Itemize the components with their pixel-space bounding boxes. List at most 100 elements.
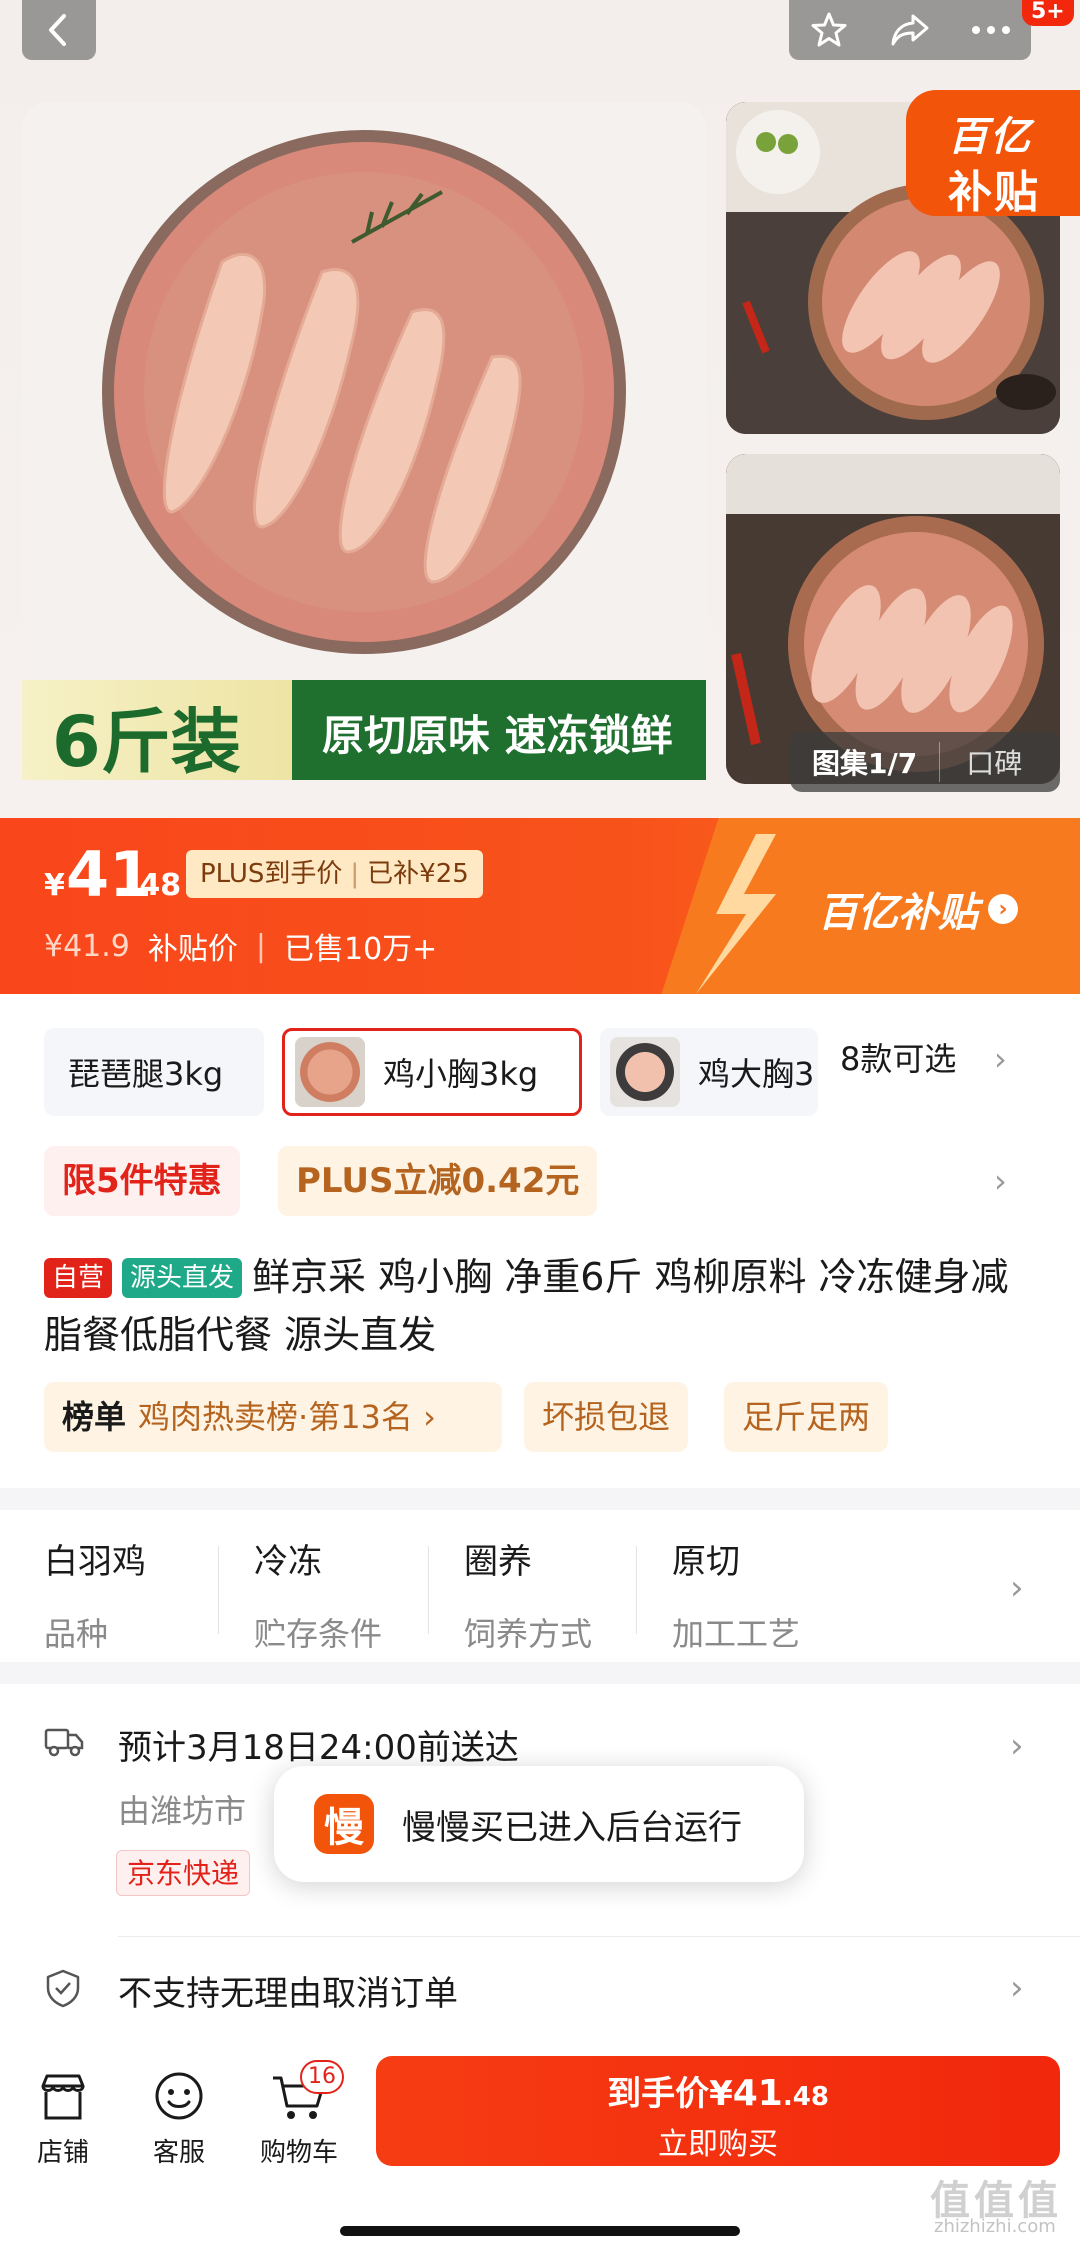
gallery-switcher[interactable]: 图集1/7 口碑 [790, 732, 1060, 792]
subsidy-channel-label: 百亿补贴 [818, 890, 978, 936]
buy-now-label: 立即购买 [658, 2127, 778, 2162]
variant-count-link[interactable]: 8款可选 [840, 1034, 956, 1080]
cart-label: 购物车 [259, 2138, 338, 2168]
promo-plus-tag[interactable]: PLUS立减0.42元 [278, 1146, 598, 1216]
price-currency: ¥ [44, 868, 65, 903]
cart-count-badge: 5+ [1022, 0, 1074, 26]
top-action-group [789, 0, 1031, 60]
chevron-right-icon: › [988, 894, 1018, 924]
attribute-value: 白羽鸡 [44, 1542, 146, 1582]
back-arrow-icon [29, 5, 89, 55]
origin-direct-tag: 源头直发 [122, 1258, 243, 1298]
buy-now-button[interactable]: 到手价¥41.48 立即购买 [376, 2056, 1060, 2166]
attribute-value: 冷冻 [254, 1542, 322, 1582]
ranking-prefix: 榜单 [62, 1398, 127, 1436]
watermark-url: zhizhizhi.com [934, 2216, 1056, 2237]
attribute-key: 贮存条件 [254, 1615, 383, 1653]
attribute-divider [218, 1546, 219, 1634]
attribute-item: 冷冻 贮存条件 [254, 1534, 434, 1655]
chevron-right-icon[interactable]: › [994, 1040, 1007, 1078]
chevron-right-icon[interactable]: › [1010, 1968, 1024, 2008]
back-button[interactable] [22, 0, 96, 60]
delivery-origin: 由潍坊市 [118, 1792, 247, 1830]
section-divider [0, 1662, 1080, 1684]
review-label[interactable]: 口碑 [940, 742, 1022, 782]
buy-price-line: 到手价¥41.48 [376, 2066, 1060, 2115]
variant-option[interactable]: 鸡大胸3 [600, 1028, 818, 1116]
attribute-divider [636, 1546, 637, 1634]
attribute-value: 原切 [672, 1542, 740, 1582]
lightning-bolt-icon [696, 834, 776, 994]
service-chip[interactable]: 足斤足两 [724, 1382, 889, 1452]
plus-tag-separator: | [350, 859, 360, 889]
service-label: 客服 [152, 2138, 205, 2168]
app-icon: 慢 [314, 1794, 374, 1854]
ranking-text: 鸡肉热卖榜·第13名 › [138, 1398, 436, 1436]
plus-price-label: PLUS到手价 [200, 859, 343, 889]
chevron-right-icon[interactable]: › [1010, 1726, 1024, 1766]
delivery-truck-icon [44, 1724, 84, 1762]
attribute-value: 圈养 [464, 1542, 532, 1582]
banner-weight: 6斤装 [52, 701, 241, 783]
section-divider [0, 1488, 1080, 1510]
plus-price-tag: PLUS到手价 | 已补¥25 [186, 850, 483, 898]
album-label[interactable]: 图集1/7 [790, 742, 941, 782]
subsidy-badge-line1: 百亿 [948, 114, 1032, 160]
variant-thumbnail [610, 1037, 680, 1107]
attribute-key: 加工工艺 [672, 1615, 801, 1653]
variant-label: 鸡小胸3kg [383, 1055, 539, 1093]
subsidy-amount: 已补¥25 [367, 859, 469, 889]
toast-message: 慢慢买已进入后台运行 [402, 1807, 742, 1848]
more-dots-icon[interactable] [961, 5, 1021, 55]
attribute-item: 原切 加工工艺 [672, 1534, 852, 1655]
price-subline: ¥41.9 补贴价 | 已售10万+ [44, 924, 437, 968]
promo-limit-tag[interactable]: 限5件特惠 [44, 1146, 240, 1216]
service-chip[interactable]: 坏损包退 [524, 1382, 689, 1452]
attribute-item: 圈养 饲养方式 [464, 1534, 644, 1655]
background-running-toast: 慢 慢慢买已进入后台运行 [274, 1766, 804, 1882]
carrier-tag: 京东快递 [116, 1850, 251, 1896]
subsidy-badge-line2: 补贴 [948, 167, 1040, 218]
variant-label: 鸡大胸3 [698, 1055, 815, 1093]
ranking-chip[interactable]: 榜单 鸡肉热卖榜·第13名 › [44, 1382, 502, 1452]
favorite-star-icon[interactable] [799, 5, 859, 55]
subsidy-badge: 百亿 补贴 [906, 90, 1080, 218]
row-divider [118, 1936, 1080, 1937]
home-indicator [340, 2226, 740, 2236]
product-title: 自营 源头直发 鲜京采 鸡小胸 净重6斤 鸡柳原料 冷冻健身减脂餐低脂代餐 源头直发 [44, 1248, 1044, 1364]
price-bar: ¥ 41 .48 PLUS到手价 | 已补¥25 ¥41.9 补贴价 | 已售1… [0, 818, 1080, 994]
chevron-right-icon[interactable]: › [994, 1162, 1007, 1200]
self-operated-tag: 自营 [44, 1258, 113, 1298]
subsidy-channel-link[interactable]: 百亿补贴 › [818, 880, 1018, 938]
price-decimal: .48 [128, 868, 182, 903]
price-subline-separator: | [255, 928, 266, 964]
attribute-key: 饲养方式 [464, 1615, 593, 1653]
cart-item-badge: 16 [300, 2060, 344, 2094]
product-gallery: 5+ 百亿 补贴 图集1/7 口碑 6斤装 原切原味 速冻锁鲜 [0, 0, 1080, 818]
product-page: { "top": {"cart_count": "5+"}, "gallery"… [0, 0, 1080, 2251]
buy-price-prefix: 到手价¥ [607, 2074, 733, 2114]
attribute-item: 白羽鸡 品种 [44, 1534, 224, 1655]
main-image-banner: 6斤装 原切原味 速冻锁鲜 [22, 680, 706, 783]
store-icon [8, 2060, 118, 2122]
variant-option-selected[interactable]: 鸡小胸3kg [282, 1028, 582, 1116]
variant-option[interactable]: 琵琶腿3kg [44, 1028, 264, 1116]
banner-slogan: 原切原味 速冻锁鲜 [322, 711, 673, 760]
variant-thumbnail [295, 1037, 365, 1107]
smile-chat-icon [124, 2060, 234, 2122]
delivery-eta[interactable]: 预计3月18日24:00前送达 [118, 1720, 519, 1769]
cancellation-policy[interactable]: 不支持无理由取消订单 [118, 1966, 458, 2015]
sold-count: 已售10万+ [284, 932, 438, 967]
customer-service-button[interactable]: 客服 [124, 2060, 234, 2169]
buy-price-integer: 41 [732, 2073, 783, 2114]
shield-icon [44, 1968, 82, 2012]
chevron-right-icon: › [1010, 1568, 1024, 1608]
attribute-divider [428, 1546, 429, 1634]
product-attributes[interactable]: 白羽鸡 品种 冷冻 贮存条件 圈养 饲养方式 原切 加工工艺 › [0, 1510, 1080, 1660]
original-price: ¥41.9 [44, 928, 130, 964]
store-label: 店铺 [36, 2138, 89, 2168]
share-icon[interactable] [880, 5, 940, 55]
variant-label: 琵琶腿3kg [68, 1055, 224, 1093]
store-button[interactable]: 店铺 [8, 2060, 118, 2169]
buy-price-decimal: .48 [782, 2082, 829, 2112]
